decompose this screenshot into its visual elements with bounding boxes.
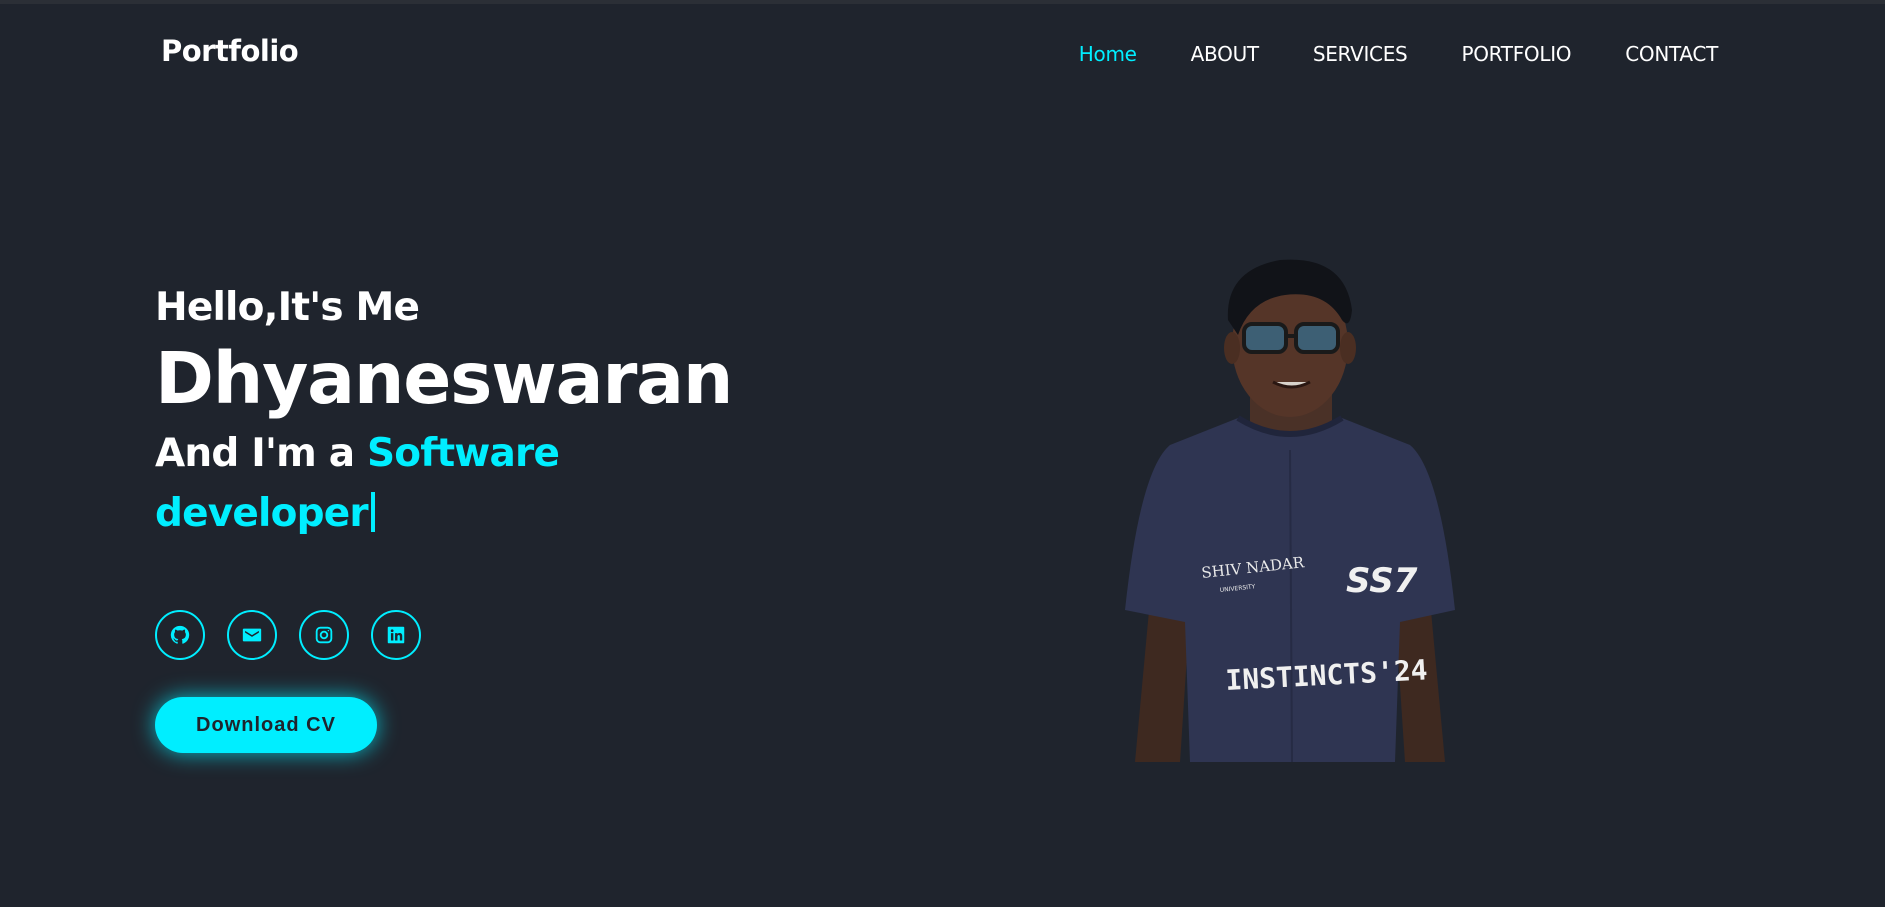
github-link[interactable] bbox=[155, 610, 205, 660]
nav-about[interactable]: ABOUT bbox=[1191, 42, 1259, 66]
logo[interactable]: Portfolio bbox=[161, 34, 299, 68]
nav-portfolio[interactable]: PORTFOLIO bbox=[1461, 42, 1571, 66]
greeting: Hello,It's Me bbox=[155, 285, 420, 330]
github-icon bbox=[170, 625, 190, 644]
role-prefix: And I'm a bbox=[155, 431, 355, 476]
typing-cursor bbox=[370, 492, 375, 532]
linkedin-icon bbox=[387, 626, 405, 644]
role-line: And I'm a Software developer bbox=[155, 424, 585, 544]
main-nav: Home ABOUT SERVICES PORTFOLIO CONTACT bbox=[1079, 42, 1719, 66]
linkedin-link[interactable] bbox=[371, 610, 421, 660]
email-icon bbox=[242, 628, 262, 642]
hero-intro: Hello,It's Me Dhyaneswaran And I'm a Sof… bbox=[155, 280, 855, 544]
hero-name: Dhyaneswaran bbox=[155, 337, 733, 420]
nav-contact[interactable]: CONTACT bbox=[1625, 42, 1718, 66]
email-link[interactable] bbox=[227, 610, 277, 660]
instagram-icon bbox=[315, 626, 333, 644]
profile-photo: SHIV NADAR UNIVERSITY SS7 INSTINCTS'24 bbox=[1125, 259, 1455, 762]
download-cv-button[interactable]: Download CV bbox=[155, 697, 377, 753]
shirt-text-ss7: SS7 bbox=[1346, 561, 1418, 601]
social-links bbox=[155, 610, 421, 660]
nav-services[interactable]: SERVICES bbox=[1313, 42, 1408, 66]
instagram-link[interactable] bbox=[299, 610, 349, 660]
nav-home[interactable]: Home bbox=[1079, 42, 1137, 66]
site-header: Portfolio Home ABOUT SERVICES PORTFOLIO … bbox=[0, 4, 1885, 102]
